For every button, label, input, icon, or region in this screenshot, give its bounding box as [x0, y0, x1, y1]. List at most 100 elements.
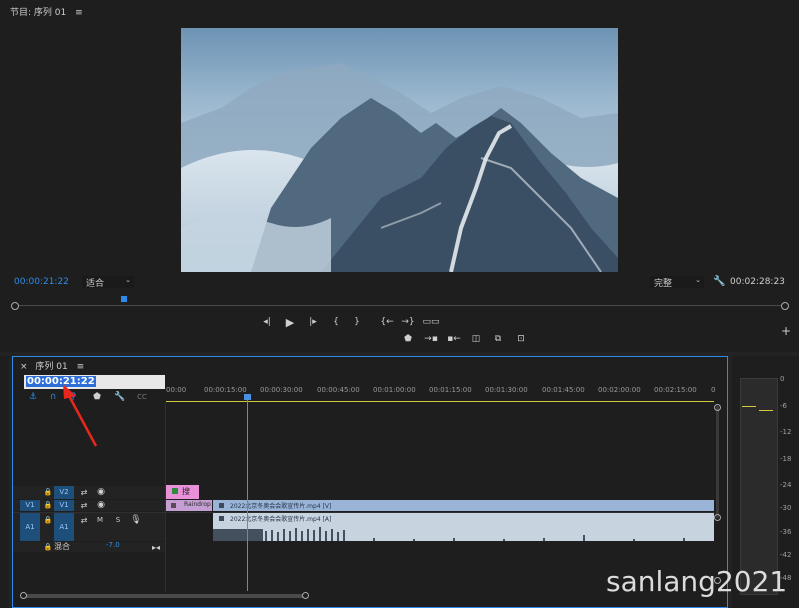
db-label: -24	[780, 481, 792, 489]
watermark-text: sanlang2021	[606, 565, 788, 598]
video-image	[181, 63, 618, 272]
db-label: -12	[780, 428, 792, 436]
track-source-v1[interactable]: V1	[20, 500, 40, 511]
audio-waveform	[213, 523, 714, 541]
db-label: -42	[780, 551, 792, 559]
raindrop-clip[interactable]: Raindrop	[166, 500, 212, 511]
ruler-label: 00:01:30:00	[485, 386, 528, 394]
button-editor-icon[interactable]: ⊡	[514, 333, 528, 345]
export-frame-icon[interactable]: ▭▭	[423, 316, 440, 328]
add-button-icon[interactable]: +	[779, 324, 793, 338]
vertical-scrollbar[interactable]	[716, 406, 719, 518]
ruler-label: 00:00:15:00	[204, 386, 247, 394]
panel-menu-icon[interactable]: ≡	[77, 362, 85, 372]
captions-icon[interactable]: CC	[135, 391, 149, 403]
left-collapsed-panel	[0, 356, 9, 608]
solo-button[interactable]: S	[112, 514, 124, 526]
title-clip[interactable]: 搜	[166, 485, 199, 499]
quality-select-value: 完整	[654, 279, 673, 289]
eye-icon[interactable]: ◉	[94, 499, 108, 511]
ruler-label: 00:00:45:00	[317, 386, 360, 394]
mark-out-icon[interactable]: |▸	[306, 316, 320, 328]
program-scrub-bar[interactable]	[11, 296, 789, 310]
lock-icon[interactable]: 🔒	[41, 486, 55, 498]
track-target-v2[interactable]: V2	[54, 486, 74, 499]
sync-lock-icon[interactable]: ⇄	[77, 514, 91, 526]
db-label: 0	[780, 375, 785, 383]
chevron-down-icon: ⌄	[125, 276, 131, 284]
lock-icon[interactable]: 🔒	[41, 514, 55, 526]
scrub-start-handle[interactable]	[11, 302, 19, 310]
program-monitor-tab[interactable]: 节目: 序列 01 ≡	[10, 5, 83, 18]
scrub-track	[14, 305, 785, 306]
quality-select[interactable]: 完整 ⌄	[650, 276, 704, 289]
program-playhead[interactable]	[121, 296, 127, 302]
ruler-label: 00:01:00:00	[373, 386, 416, 394]
overwrite-icon[interactable]: ▪←	[447, 333, 461, 345]
go-to-end-icon[interactable]: ▸◂	[149, 541, 163, 553]
sync-lock-icon[interactable]: ⇄	[77, 499, 91, 511]
step-back-icon[interactable]: {←	[380, 316, 394, 328]
microphone-icon[interactable]: 🎙	[129, 514, 143, 526]
lock-icon[interactable]: 🔒	[41, 541, 55, 553]
add-marker-icon[interactable]: ⬟	[401, 333, 415, 345]
meter-peak-left	[742, 406, 756, 407]
title-clip-label: 搜	[182, 487, 190, 496]
clip-fx-icon	[219, 516, 224, 521]
meter-peak-right	[759, 410, 773, 411]
ruler-label: 00:01:45:00	[542, 386, 585, 394]
raindrop-clip-label: Raindrop	[184, 501, 211, 508]
nest-icon[interactable]: ⚓	[26, 391, 40, 403]
step-forward-icon[interactable]: →}	[401, 316, 415, 328]
extract-icon[interactable]: ⧉	[491, 333, 505, 345]
go-to-in-icon[interactable]: {	[329, 316, 343, 328]
scroll-handle-top[interactable]	[714, 404, 721, 411]
annotation-arrow	[63, 384, 98, 447]
scroll-handle-bottom[interactable]	[714, 514, 721, 521]
track-source-a1[interactable]: A1	[20, 513, 40, 541]
timeline-title: 序列 01	[35, 362, 68, 372]
db-label: -18	[780, 455, 792, 463]
go-to-out-icon[interactable]: }	[350, 316, 364, 328]
sync-lock-icon[interactable]: ⇄	[77, 486, 91, 498]
clip-fx-icon	[172, 488, 178, 494]
settings-wrench-icon[interactable]: 🔧	[113, 391, 127, 403]
settings-wrench-icon[interactable]: 🔧	[713, 276, 725, 287]
scrub-end-handle[interactable]	[781, 302, 789, 310]
timeline-playhead-line	[247, 400, 248, 591]
horizontal-scrollbar[interactable]	[22, 594, 305, 598]
work-area-bar[interactable]	[166, 401, 714, 402]
track-target-v1[interactable]: V1	[54, 500, 74, 511]
video-frame[interactable]	[181, 28, 618, 272]
ruler-label: 0	[711, 386, 716, 394]
panel-menu-icon[interactable]: ≡	[75, 8, 83, 18]
mark-in-icon[interactable]: ◂|	[260, 316, 274, 328]
track-target-a1[interactable]: A1	[54, 513, 74, 541]
program-current-time[interactable]: 00:00:21:22	[14, 277, 69, 287]
eye-icon[interactable]: ◉	[94, 486, 108, 498]
hscroll-end-handle[interactable]	[302, 592, 309, 599]
db-label: -36	[780, 528, 792, 536]
chevron-down-icon: ⌄	[695, 276, 701, 284]
program-monitor-title: 节目: 序列 01	[10, 8, 67, 18]
lift-icon[interactable]: ◫	[469, 333, 483, 345]
play-icon[interactable]: ▶	[283, 316, 297, 329]
master-volume-value[interactable]: -7.0	[106, 541, 120, 549]
hscroll-start-handle[interactable]	[20, 592, 27, 599]
program-monitor-panel: 节目: 序列 01 ≡ 00:00:21:22 适合 ⌄ 完整 ⌄ 🔧 00:0…	[0, 0, 799, 352]
clip-fx-icon	[219, 503, 224, 508]
db-label: -30	[780, 504, 792, 512]
audio-clip-label: 2022北京冬奥会会歌宣传片.mp4 [A]	[230, 516, 332, 523]
mute-button[interactable]: M	[94, 514, 106, 526]
fit-select[interactable]: 适合 ⌄	[82, 276, 134, 289]
video-clip[interactable]: 2022北京冬奥会会歌宣传片.mp4 [V]	[213, 500, 714, 511]
program-duration: 00:02:28:23	[730, 277, 785, 287]
audio-clip[interactable]: 2022北京冬奥会会歌宣传片.mp4 [A]	[213, 513, 714, 541]
insert-icon[interactable]: →▪	[424, 333, 438, 345]
ruler-label: 00:02:00:00	[598, 386, 641, 394]
ruler-label: 00:02:15:00	[654, 386, 697, 394]
lock-icon[interactable]: 🔒	[41, 499, 55, 511]
close-icon[interactable]: ×	[20, 362, 28, 372]
timeline-tab[interactable]: × 序列 01 ≡	[20, 359, 84, 372]
master-track-label: 混合	[54, 542, 70, 551]
